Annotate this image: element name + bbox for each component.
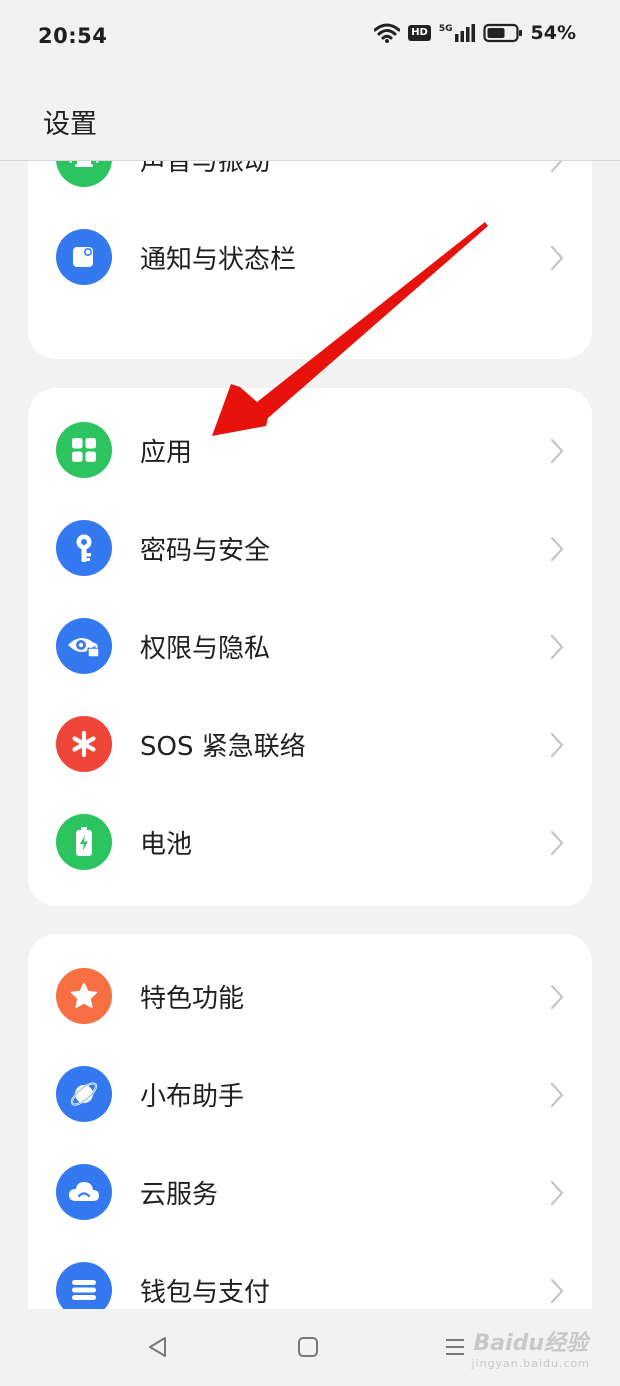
bell-icon <box>56 161 112 187</box>
cloud-icon <box>56 1164 112 1220</box>
sos-asterisk-icon <box>56 716 112 772</box>
settings-item-sos-emergency[interactable]: SOS 紧急联络 <box>28 696 592 794</box>
chevron-right-icon <box>550 245 564 271</box>
settings-item-label: 权限与隐私 <box>140 634 271 664</box>
settings-item-label: 小布助手 <box>140 1082 245 1112</box>
apps-grid-icon <box>56 422 112 478</box>
settings-item-label: 密码与安全 <box>140 536 271 566</box>
settings-item-wallet-payment[interactable]: 钱包与支付 <box>28 1242 592 1309</box>
settings-list[interactable]: 声音与振动 通知与状态栏 应用 密码与安全 权限与隐私 SOS 紧急联络 电池 … <box>0 161 620 1309</box>
assistant-icon <box>56 1066 112 1122</box>
settings-item-special-features[interactable]: 特色功能 <box>28 948 592 1046</box>
chevron-right-icon <box>550 161 563 173</box>
baidu-watermark: Baidu经验 jingyan.baidu.com <box>471 1325 590 1370</box>
chevron-right-icon <box>550 830 564 856</box>
page-title: 设置 <box>43 109 97 140</box>
settings-item-label: 声音与振动 <box>140 161 271 177</box>
settings-item-label: 云服务 <box>140 1180 219 1210</box>
settings-item-password-security[interactable]: 密码与安全 <box>28 500 592 598</box>
settings-item-label: SOS 紧急联络 <box>140 732 306 762</box>
back-triangle-icon <box>149 1337 166 1357</box>
settings-item-label: 应用 <box>140 438 193 468</box>
key-icon <box>56 520 112 576</box>
notification-icon <box>56 229 112 285</box>
settings-item-battery[interactable]: 电池 <box>28 794 592 892</box>
settings-item-apps[interactable]: 应用 <box>28 402 592 500</box>
settings-item-notification-statusbar[interactable]: 通知与状态栏 <box>28 209 592 307</box>
chevron-right-icon <box>550 1082 564 1108</box>
settings-group-features: 特色功能 小布助手 云服务 钱包与支付 <box>28 934 592 1309</box>
chevron-right-icon <box>550 438 564 464</box>
status-icons: HD 5G 54% <box>374 22 576 44</box>
battery-percentage: 54% <box>530 22 576 44</box>
status-time: 20:54 <box>38 24 108 48</box>
settings-item-permissions-privacy[interactable]: 权限与隐私 <box>28 598 592 696</box>
hd-badge: HD <box>408 25 431 41</box>
chevron-right-icon <box>550 984 564 1010</box>
menu-lines-icon <box>446 1339 464 1355</box>
settings-item-label: 特色功能 <box>140 984 245 1014</box>
settings-item-label: 钱包与支付 <box>140 1278 271 1308</box>
home-square-icon <box>298 1337 318 1357</box>
chevron-right-icon <box>550 732 564 758</box>
home-button[interactable] <box>290 1329 326 1365</box>
settings-item-breeno-assistant[interactable]: 小布助手 <box>28 1046 592 1144</box>
wallet-icon <box>56 1262 112 1309</box>
battery-icon <box>56 814 112 870</box>
settings-item-label: 通知与状态栏 <box>140 245 297 275</box>
settings-item-label: 电池 <box>140 830 193 860</box>
back-button[interactable] <box>140 1329 176 1365</box>
settings-group-apps: 应用 密码与安全 权限与隐私 SOS 紧急联络 电池 <box>28 388 592 906</box>
status-bar: 20:54 HD 5G 54% <box>0 0 620 76</box>
chevron-right-icon <box>550 634 564 660</box>
battery-status-icon <box>482 23 522 43</box>
recents-button[interactable] <box>437 1329 473 1365</box>
settings-group-sound: 声音与振动 通知与状态栏 <box>28 161 592 359</box>
chevron-right-icon <box>550 1278 564 1304</box>
navigation-bar: Baidu经验 jingyan.baidu.com <box>0 1309 620 1386</box>
header: 设置 <box>0 76 620 161</box>
privacy-eye-icon <box>56 618 112 674</box>
settings-item-sound-vibration[interactable]: 声音与振动 <box>28 161 592 209</box>
watermark-url: jingyan.baidu.com <box>471 1357 590 1370</box>
chevron-right-icon <box>550 1180 564 1206</box>
chevron-right-icon <box>550 536 564 562</box>
signal-5g-icon: 5G <box>439 24 475 42</box>
settings-item-cloud-service[interactable]: 云服务 <box>28 1144 592 1242</box>
wifi-icon <box>374 23 401 43</box>
star-icon <box>56 968 112 1024</box>
watermark-main: Baidu经验 <box>473 1331 589 1356</box>
